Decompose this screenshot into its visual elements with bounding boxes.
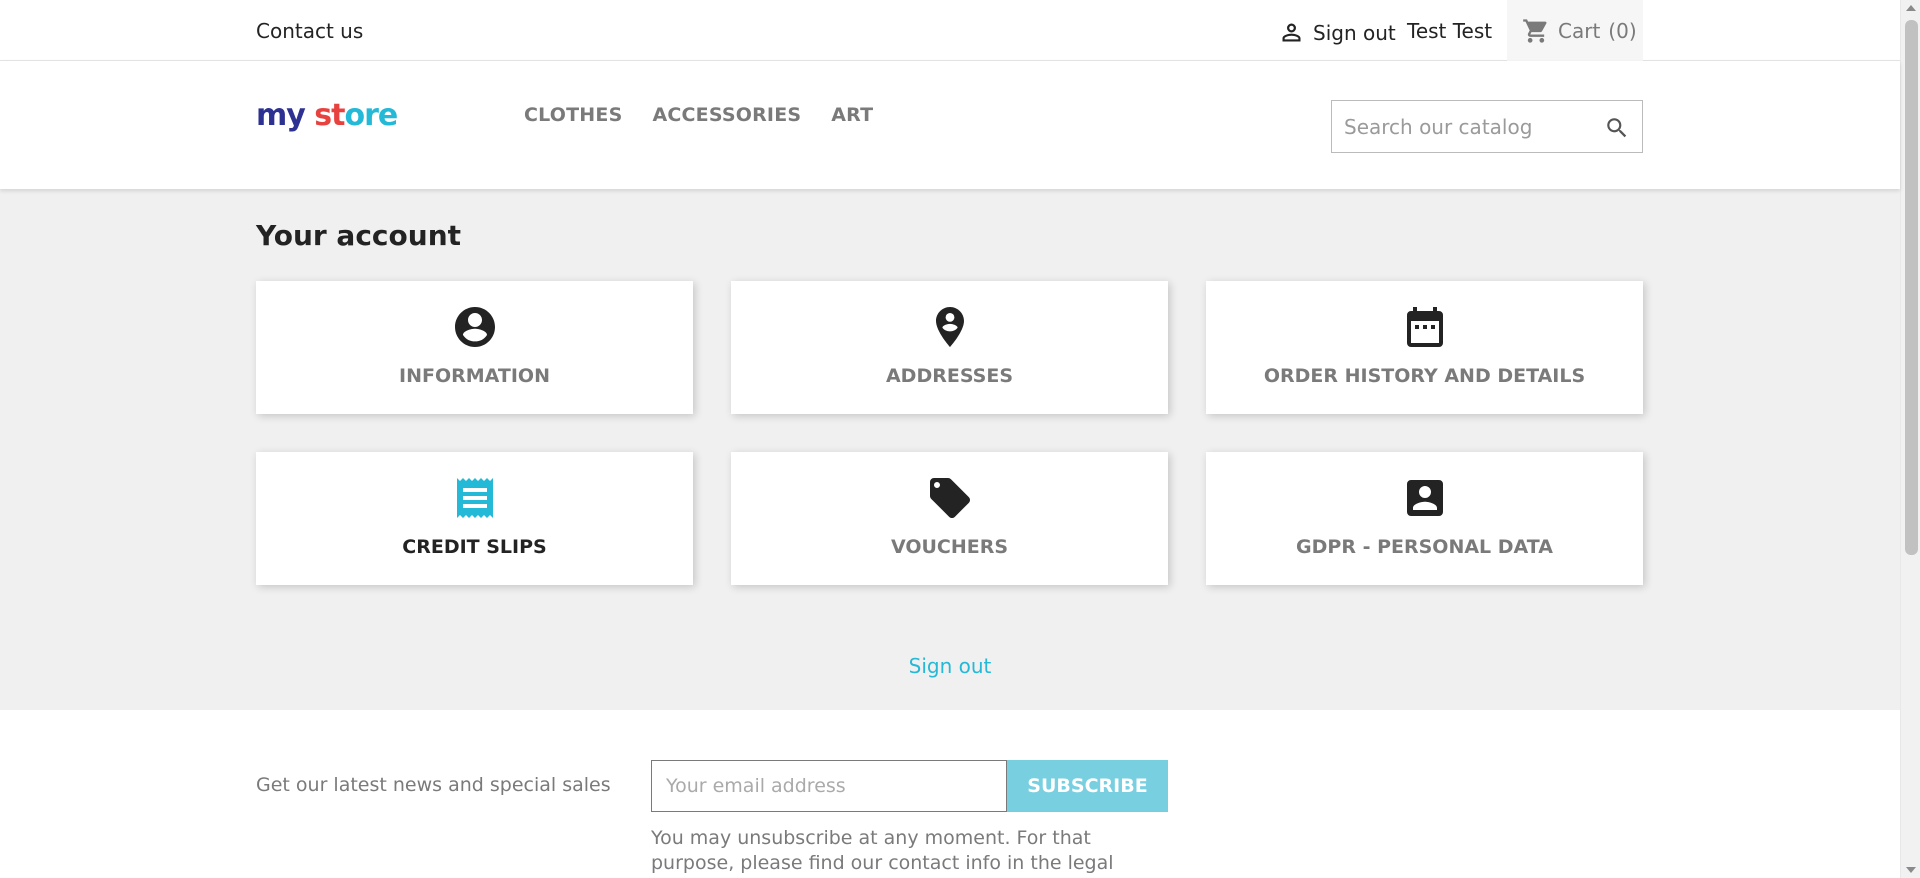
site-header: my store CLOTHES ACCESSORIES ART [0, 61, 1900, 189]
top-signout-label: Sign out [1313, 20, 1396, 45]
search-icon[interactable] [1604, 115, 1630, 141]
cart-button[interactable]: Cart (0) [1507, 0, 1643, 61]
card-label: ORDER HISTORY AND DETAILS [1263, 365, 1586, 387]
email-field[interactable] [651, 760, 1007, 812]
newsletter-text: Get our latest news and special sales [256, 774, 611, 796]
signout-link[interactable]: Sign out [909, 654, 992, 678]
card-label: GDPR - PERSONAL DATA [1296, 536, 1553, 558]
contact-card-icon [1406, 480, 1443, 516]
user-icon [1282, 23, 1301, 42]
nav-accessories[interactable]: ACCESSORIES [652, 104, 801, 126]
logo-part-ore: ore [344, 98, 398, 133]
nav-art[interactable]: ART [831, 104, 873, 126]
newsletter-section: Get our latest news and special sales SU… [0, 710, 1900, 878]
calendar-icon [1406, 307, 1443, 347]
card-credit-slips[interactable]: CREDIT SLIPS [256, 452, 693, 585]
card-vouchers[interactable]: VOUCHERS [731, 452, 1168, 585]
scrollbar-thumb[interactable] [1905, 20, 1918, 555]
card-addresses[interactable]: ADDRESSES [731, 281, 1168, 414]
account-username-link[interactable]: Test Test [1407, 19, 1492, 43]
logo-part-my: my [256, 98, 306, 133]
unsubscribe-disclaimer: You may unsubscribe at any moment. For t… [651, 827, 1114, 878]
contact-us-link[interactable]: Contact us [256, 19, 363, 43]
cart-count: (0) [1608, 18, 1637, 43]
top-signout-link[interactable]: Sign out [1278, 19, 1396, 46]
shopping-cart-icon [1523, 18, 1547, 43]
card-label: CREDIT SLIPS [402, 536, 547, 558]
card-label: ADDRESSES [885, 365, 1014, 387]
top-bar: Contact us Sign out Test Test Cart (0) [0, 0, 1900, 61]
nav-clothes[interactable]: CLOTHES [524, 104, 622, 126]
tag-icon [929, 478, 970, 518]
signout-area: Sign out [0, 654, 1900, 678]
card-gdpr[interactable]: GDPR - PERSONAL DATA [1206, 452, 1643, 585]
scroll-down-arrow-icon[interactable] [1906, 867, 1916, 873]
card-label: VOUCHERS [890, 536, 1009, 558]
location-pin-icon [935, 307, 964, 347]
card-information[interactable]: INFORMATION [256, 281, 693, 414]
page-title: Your account [256, 219, 462, 252]
account-circle-icon [454, 307, 495, 347]
account-main: Your account INFORMATION ADDRESSES ORDER… [0, 189, 1900, 710]
logo-part-st: st [314, 98, 345, 133]
card-label: INFORMATION [399, 365, 550, 387]
search-input[interactable] [1332, 101, 1582, 152]
scroll-up-arrow-icon[interactable] [1906, 5, 1916, 11]
subscribe-button[interactable]: SUBSCRIBE [1007, 760, 1168, 812]
page-scrollbar[interactable] [1900, 0, 1920, 878]
card-order-history[interactable]: ORDER HISTORY AND DETAILS [1206, 281, 1643, 414]
cart-label: Cart [1558, 18, 1601, 43]
search-box [1331, 100, 1643, 153]
store-logo[interactable]: my store [256, 98, 398, 133]
receipt-icon [456, 478, 493, 518]
main-nav: CLOTHES ACCESSORIES ART [524, 104, 873, 126]
